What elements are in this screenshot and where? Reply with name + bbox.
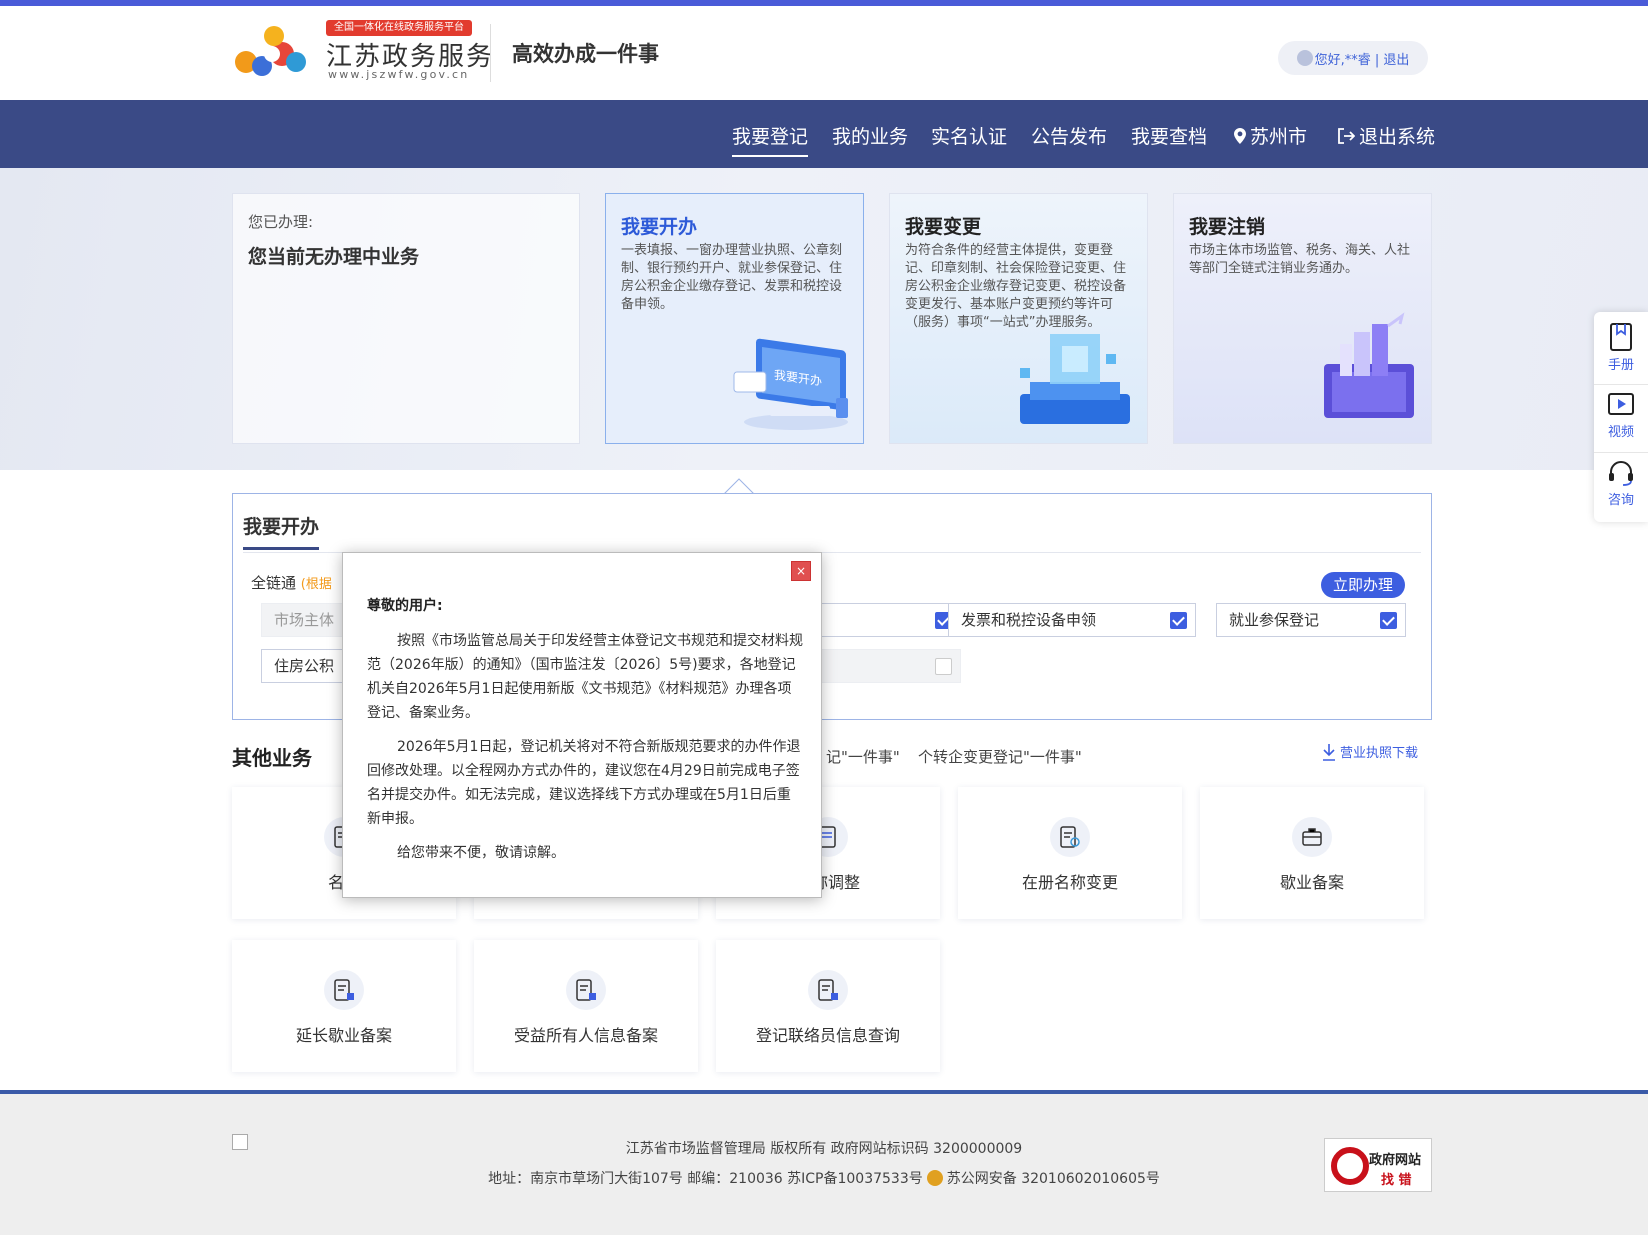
- document-apply-icon: [808, 970, 848, 1010]
- document-apply-icon: [566, 970, 606, 1010]
- option-label: 发票和税控设备申领: [961, 611, 1097, 629]
- other-business-title: 其他业务: [232, 746, 312, 770]
- status-label: 您已办理:: [248, 213, 314, 231]
- tile-label: 在册名称变更: [1021, 873, 1118, 892]
- option-employment-insurance[interactable]: 就业参保登记: [1216, 603, 1406, 637]
- checkbox-unchecked[interactable]: [935, 658, 952, 675]
- license-download-link[interactable]: 营业执照下载: [1322, 742, 1418, 761]
- manual-icon: [1610, 323, 1632, 351]
- side-manual-label: 手册: [1607, 358, 1634, 373]
- gov-site-error-report[interactable]: 政府网站 找 错: [1324, 1138, 1432, 1192]
- user-menu[interactable]: 您好,**睿 | 退出: [1278, 41, 1428, 75]
- side-manual[interactable]: 手册: [1594, 316, 1648, 384]
- tile-beneficial-owner[interactable]: 受益所有人信息备案: [474, 940, 698, 1072]
- chain-label-text: 全链通: [251, 574, 297, 592]
- video-icon: [1608, 393, 1634, 415]
- brand-url: www.jszwfw.gov.cn: [328, 68, 470, 81]
- nav-logout[interactable]: 退出系统: [1337, 122, 1435, 149]
- tile-label: 延长歇业备案: [295, 1026, 392, 1045]
- download-icon: [1323, 744, 1335, 761]
- option-invoice-tax-device[interactable]: 发票和税控设备申领: [948, 603, 1196, 637]
- platform-badge: 全国一体化在线政务服务平台: [326, 20, 472, 36]
- tile-label: 受益所有人信息备案: [513, 1026, 658, 1045]
- apply-now-button[interactable]: 立即办理: [1321, 572, 1405, 598]
- modal-paragraph-2: 2026年5月1日起，登记机关将对不符合新版规范要求的办件作退回修改处理。以全程…: [367, 739, 801, 827]
- nav-archive[interactable]: 我要查档: [1131, 122, 1207, 149]
- tile-label: 歇业备案: [1279, 873, 1344, 892]
- option-label: 市场主体: [274, 611, 335, 629]
- modal-close-button[interactable]: ×: [791, 561, 811, 581]
- briefcase-icon: [1292, 817, 1332, 857]
- modal-paragraph-1: 按照《市场监管总局关于印发经营主体登记文书规范和提交材料规范（2026年版）的通…: [367, 633, 803, 721]
- change-card-desc: 为符合条件的经营主体提供，变更登记、印章刻制、社会保险登记变更、住房公积金企业缴…: [905, 243, 1127, 330]
- option-label: 住房公积: [274, 657, 335, 675]
- cube-illustration-icon: [1020, 334, 1130, 424]
- cancel-card-desc: 市场主体市场监管、税务、海关、人社等部门全链式注销业务通办。: [1189, 243, 1411, 276]
- open-card-title: 我要开办: [621, 216, 698, 238]
- status-value: 您当前无办理中业务: [248, 246, 420, 268]
- tile-extend-suspension[interactable]: 延长歇业备案: [232, 940, 456, 1072]
- panel-pointer: [724, 478, 754, 495]
- nav-my-business[interactable]: 我的业务: [832, 122, 908, 149]
- nav-real-name[interactable]: 实名认证: [931, 122, 1007, 149]
- side-video[interactable]: 视频: [1594, 384, 1648, 452]
- change-card-title: 我要变更: [905, 216, 982, 238]
- gov-label: 政府网站: [1369, 1153, 1422, 1168]
- document-refresh-icon: [1050, 817, 1090, 857]
- tile-liaison-query[interactable]: 登记联络员信息查询: [716, 940, 940, 1072]
- tile-suspension-filing[interactable]: 歇业备案: [1200, 787, 1424, 919]
- checkbox-checked[interactable]: [1380, 612, 1397, 629]
- tile-registered-name-change[interactable]: 在册名称变更: [958, 787, 1182, 919]
- logout-label: 退出系统: [1359, 126, 1436, 148]
- open-business-card[interactable]: 我要开办 一表填报、一窗办理营业执照、公章刻制、银行预约开户、就业参保登记、住房…: [605, 193, 864, 444]
- option-label: 就业参保登记: [1229, 611, 1320, 629]
- avatar-icon: [1296, 50, 1313, 66]
- computer-illustration-icon: 我要开办: [733, 338, 848, 430]
- gov-report-label: 找 错: [1381, 1173, 1412, 1188]
- notice-modal: × 尊敬的用户: 按照《市场监管总局关于印发经营主体登记文书规范和提交材料规范（…: [342, 552, 822, 898]
- user-greeting[interactable]: 您好,**睿 | 退出: [1315, 49, 1410, 68]
- tab-registration-one-thing[interactable]: 记"一件事": [826, 746, 900, 767]
- download-label: 营业执照下载: [1340, 746, 1419, 761]
- slogan: 高效办成一件事: [512, 42, 659, 66]
- magnifier-icon: [1331, 1147, 1369, 1185]
- cancel-card-title: 我要注销: [1189, 216, 1266, 238]
- nav-announcement[interactable]: 公告发布: [1031, 122, 1107, 149]
- city-label: 苏州市: [1250, 126, 1308, 148]
- open-card-desc: 一表填报、一窗办理营业执照、公章刻制、银行预约开户、就业参保登记、住房公积金企业…: [621, 243, 843, 312]
- logout-icon: [1338, 127, 1355, 144]
- police-badge-icon: [926, 1170, 943, 1186]
- cancel-business-card[interactable]: 我要注销 市场主体市场监管、税务、海关、人社等部门全链式注销业务通办。: [1173, 193, 1432, 444]
- status-card: 您已办理: 您当前无办理中业务: [232, 193, 580, 444]
- footer-address-text: 地址：南京市草场门大街107号 邮编：210036 苏ICP备10037533号: [488, 1171, 923, 1187]
- nav-register[interactable]: 我要登记: [732, 122, 809, 157]
- side-consult[interactable]: 咨询: [1594, 452, 1648, 520]
- footer: 江苏省市场监督管理局 版权所有 政府网站标识码 3200000009 地址：南京…: [0, 1094, 1648, 1235]
- modal-paragraph-3: 给您带来不便，敬请谅解。: [397, 845, 565, 861]
- panel-title: 我要开办: [243, 512, 320, 550]
- nav-city[interactable]: 苏州市: [1234, 122, 1307, 149]
- chain-label: 全链通 (根据: [251, 572, 332, 593]
- side-video-label: 视频: [1607, 425, 1634, 440]
- footer-police-record[interactable]: 苏公网安备 32010602010605号: [947, 1168, 1160, 1188]
- chain-hint: (根据: [300, 577, 332, 592]
- jiangsu-logo-icon[interactable]: [232, 20, 312, 84]
- headset-icon: [1609, 461, 1633, 486]
- main-nav: 我要登记 我的业务 实名认证 公告发布 我要查档 苏州市 退出系统: [0, 100, 1648, 168]
- change-business-card[interactable]: 我要变更 为符合条件的经营主体提供，变更登记、印章刻制、社会保险登记变更、住房公…: [889, 193, 1148, 444]
- document-pause-icon: [324, 970, 364, 1010]
- header: 全国一体化在线政务服务平台 江苏政务服务 www.jszwfw.gov.cn 高…: [0, 6, 1648, 100]
- tile-label: 登记联络员信息查询: [755, 1026, 900, 1045]
- header-divider: [490, 24, 491, 82]
- tab-individual-to-enterprise[interactable]: 个转企变更登记"一件事": [918, 746, 1082, 767]
- side-float-toolbar: 手册 视频 咨询: [1594, 312, 1648, 522]
- location-pin-icon: [1234, 127, 1246, 144]
- side-consult-label: 咨询: [1607, 493, 1634, 508]
- box-illustration-icon: [1324, 312, 1414, 418]
- checkbox-checked[interactable]: [1170, 612, 1187, 629]
- modal-greeting: 尊敬的用户:: [367, 598, 443, 614]
